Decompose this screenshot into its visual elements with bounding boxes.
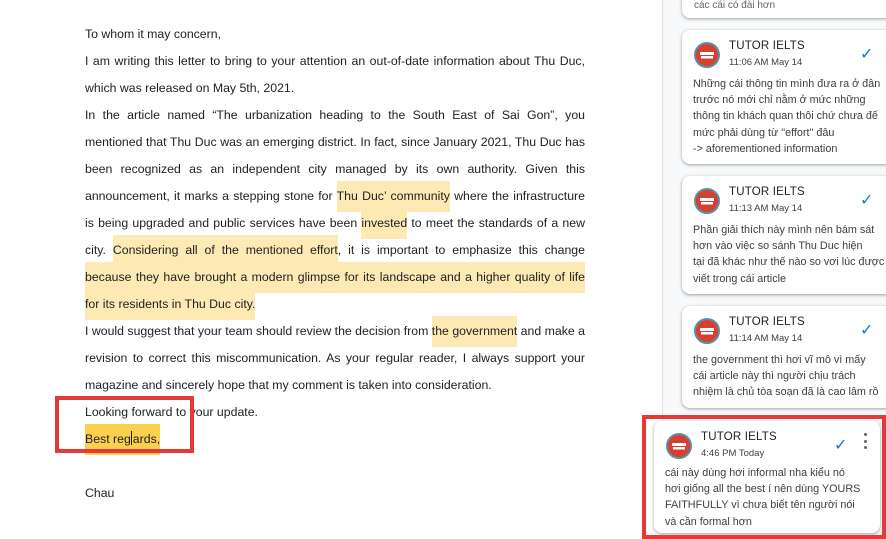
comment-timestamp: 11:06 AM May 14 xyxy=(729,57,803,68)
ielts-tutor-logo-icon xyxy=(694,318,720,344)
comment-text: Phần giải thích này mình nên bám sát hơn… xyxy=(693,224,885,285)
comment-card[interactable]: TUTOR IELTS 11:06 AM May 14 ✓ Những cái … xyxy=(682,30,886,164)
comment-timestamp: 11:14 AM May 14 xyxy=(729,333,803,344)
ielts-tutor-logo-icon xyxy=(694,188,720,214)
paragraph-salutation: To whom it may concern, xyxy=(85,27,221,41)
comment-text: the government thì hơi vĩ mô vì mấy cái … xyxy=(693,354,879,399)
document-page[interactable]: To whom it may concern, I am writing thi… xyxy=(0,0,663,539)
highlighted-text[interactable]: the government xyxy=(431,316,518,347)
check-icon[interactable]: ✓ xyxy=(860,190,873,210)
comment-card[interactable]: TUTOR IELTS 11:13 AM May 14 ✓ Phần giải … xyxy=(682,176,886,294)
highlighted-text[interactable]: because they have brought a modern glimp… xyxy=(85,262,585,320)
annotation-red-box-comment xyxy=(642,415,886,539)
highlighted-text[interactable]: invested xyxy=(361,208,408,239)
paragraph-signature: Chau xyxy=(85,486,115,500)
comment-text: các cái có đài hơn xyxy=(694,0,776,11)
comment-author: TUTOR IELTS xyxy=(729,40,805,52)
paragraph-body-1: In the article named “The urbanization h… xyxy=(85,102,585,320)
comment-author: TUTOR IELTS xyxy=(729,186,805,198)
comment-card[interactable]: TUTOR IELTS 11:14 AM May 14 ✓ the govern… xyxy=(682,306,886,408)
paragraph-intro: I am writing this letter to bring to you… xyxy=(85,54,585,95)
paragraph-text: , it is important to emphasize this chan… xyxy=(337,243,585,257)
comment-timestamp: 11:13 AM May 14 xyxy=(729,203,803,214)
comment-card-partial[interactable]: các cái có đài hơn xyxy=(682,0,886,18)
paragraph-body-2: I would suggest that your team should re… xyxy=(85,316,585,399)
check-icon[interactable]: ✓ xyxy=(860,320,873,340)
paragraph-text: I would suggest that your team should re… xyxy=(85,324,432,338)
comment-author: TUTOR IELTS xyxy=(729,316,805,328)
comment-text: Những cái thông tin mình đưa ra ở đân tr… xyxy=(693,78,881,155)
paragraph-spacer xyxy=(85,453,585,480)
ielts-tutor-logo-icon xyxy=(694,42,720,68)
check-icon[interactable]: ✓ xyxy=(860,44,873,64)
annotation-red-box-signoff xyxy=(55,396,194,453)
